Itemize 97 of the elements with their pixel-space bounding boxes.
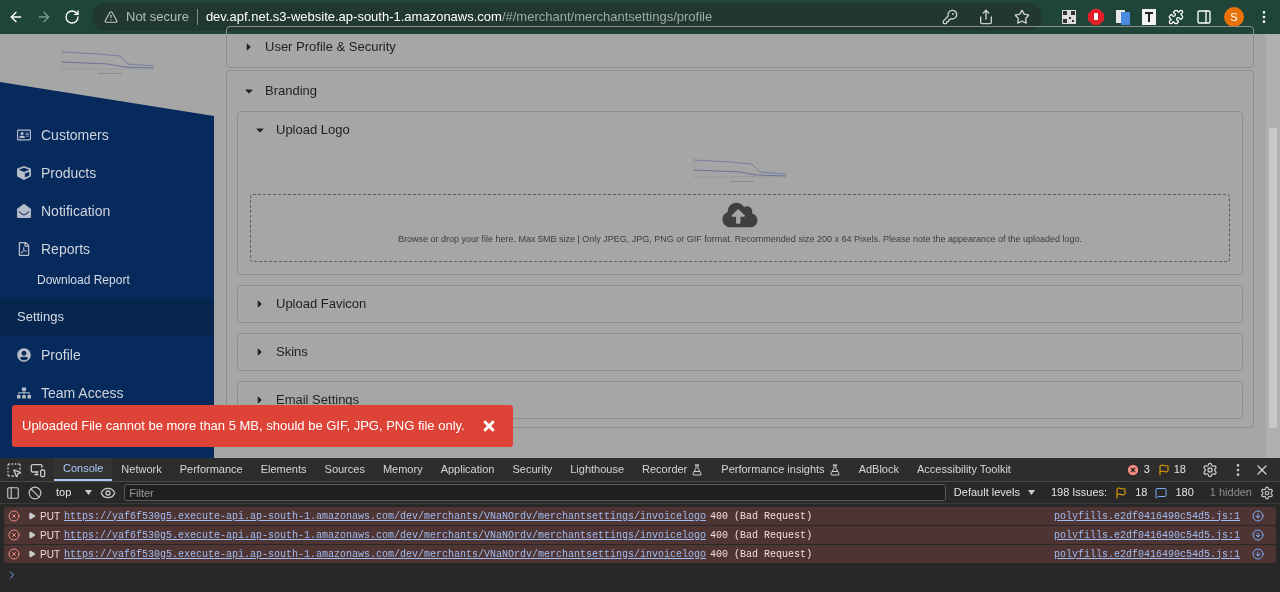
nav-icon [17, 386, 31, 400]
share-icon[interactable] [978, 9, 994, 25]
devtools-tab[interactable]: Application [431, 458, 504, 481]
sidebar-item[interactable]: Profile [0, 336, 214, 374]
settings-icon[interactable] [1202, 461, 1218, 478]
devtools-tab[interactable]: Memory [373, 458, 432, 481]
status-text: 400 (Bad Request) [710, 528, 813, 543]
dropdown-caret-icon[interactable] [1027, 490, 1035, 495]
expand-triangle-icon[interactable] [28, 550, 36, 558]
qr-code-icon[interactable] [1062, 10, 1076, 24]
forward-icon[interactable] [36, 9, 52, 25]
http-method: PUT [40, 547, 60, 562]
extensions-icon[interactable] [1168, 9, 1184, 25]
devtools-tab[interactable]: Network [112, 458, 171, 481]
nav-icon [17, 204, 31, 218]
warning-count: 18 [1173, 462, 1186, 478]
status-text: 400 (Bad Request) [710, 509, 813, 524]
upload-dropzone[interactable]: Browse or drop your file here. Max 5MB size | Only JPEG, JPG, PNG or GIF format. Recommended size 200 x 64 Pixels. Please note the appearance of the uploaded logo. [250, 194, 1230, 262]
documents-icon[interactable] [1116, 9, 1130, 25]
context-select[interactable]: top [50, 484, 78, 501]
sidebar-subitem[interactable]: Download Report [0, 268, 214, 292]
hidden-count: 1 hidden [1209, 485, 1252, 501]
accordion-header[interactable]: Skins [238, 333, 1242, 370]
filter-field[interactable]: Filter [124, 484, 946, 501]
network-request-icon[interactable] [1252, 548, 1264, 560]
flask-icon [691, 463, 704, 476]
request-url[interactable]: https://yaf6f530g5.execute-api.ap-south-1.amazonaws.com/dev/merchants/VNaNOrdv/merchantsettings/invoicelogo [64, 546, 707, 562]
sidebar-item[interactable]: Customers [0, 116, 214, 154]
request-url[interactable]: https://yaf6f530g5.execute-api.ap-south-1.amazonaws.com/dev/merchants/VNaNOrdv/merchantsettings/invoicelogo [64, 527, 707, 543]
devtools-tab[interactable]: Performance insights [712, 458, 850, 481]
devtools-tab[interactable]: AdBlock [849, 458, 908, 481]
device-toggle-icon[interactable] [30, 461, 46, 478]
accordion-header[interactable]: Email Settings [238, 381, 1242, 418]
devtools-tab[interactable]: Sources [315, 458, 374, 481]
key-icon[interactable] [942, 9, 958, 25]
sidebar-toggle-icon[interactable] [6, 485, 20, 500]
accordion-header[interactable]: Branding [227, 71, 1253, 111]
nav-icon [17, 128, 31, 142]
dropdown-caret-icon[interactable] [85, 490, 93, 495]
info-icon [1155, 486, 1168, 499]
settings-icon[interactable] [1260, 485, 1274, 500]
accordion-header[interactable]: Upload Logo [238, 112, 1242, 148]
error-icon [8, 510, 20, 522]
address-bar[interactable]: Not secure dev.apf.net.s3-website.ap-south-1.amazonaws.com/#/merchant/merchantsettings/profile [92, 3, 1042, 31]
nav-icon [17, 242, 31, 256]
cloud-upload-icon [722, 201, 758, 229]
issues-warning-count: 18 [1135, 485, 1148, 501]
source-link[interactable]: polyfills.e2df0416490c54d5.js:1 [1053, 527, 1240, 543]
devtools-tab[interactable]: Accessibility Toolkit [908, 458, 1020, 481]
http-method: PUT [40, 509, 60, 524]
expand-triangle-icon[interactable] [28, 512, 36, 520]
status-text: 400 (Bad Request) [710, 547, 813, 562]
request-url[interactable]: https://yaf6f530g5.execute-api.ap-south-1.amazonaws.com/dev/merchants/VNaNOrdv/merchantsettings/invoicelogo [64, 508, 707, 524]
inspect-icon[interactable] [6, 461, 22, 478]
flask-icon [828, 463, 841, 476]
devtools-tab[interactable]: Recorder [633, 458, 713, 481]
devtools-tab[interactable]: Security [503, 458, 562, 481]
url-text: dev.apf.net.s3-website.ap-south-1.amazonaws.com/#/merchant/merchantsettings/profile [205, 8, 713, 27]
levels-dropdown[interactable]: Default levels [953, 484, 1020, 501]
nav-icon [17, 348, 31, 362]
accordion-header[interactable]: Upload Favicon [238, 285, 1242, 322]
error-icon [8, 529, 20, 541]
nav-icon [17, 166, 31, 180]
sidebar-item[interactable]: Notification [0, 192, 214, 230]
sidebar-item[interactable]: Products [0, 154, 214, 192]
warning-icon [1115, 486, 1128, 499]
warning-icon [1157, 463, 1170, 476]
toast-message: Uploaded File cannot be more than 5 MB, should be GIF, JPG, PNG file only. [22, 417, 465, 436]
security-label: Not secure [126, 8, 189, 27]
accordion-header[interactable]: User Profile & Security [227, 27, 1253, 67]
text-page-icon[interactable] [1142, 9, 1156, 25]
devtools-tab[interactable]: Performance [170, 458, 252, 481]
bookmark-star-icon[interactable] [1014, 9, 1030, 25]
clear-icon[interactable] [28, 485, 42, 500]
sidebar-item[interactable]: Reports [0, 230, 214, 268]
network-request-icon[interactable] [1252, 510, 1264, 522]
source-link[interactable]: polyfills.e2df0416490c54d5.js:1 [1053, 546, 1240, 562]
stop-hand-icon[interactable] [1088, 9, 1104, 25]
warning-icon [104, 10, 118, 24]
expand-triangle-icon[interactable] [28, 531, 36, 539]
section-label: Settings [17, 308, 64, 327]
sidebar-item[interactable]: Team Access [0, 374, 214, 412]
issues-info-count: 180 [1175, 485, 1194, 501]
devtools-tab[interactable]: Elements [251, 458, 316, 481]
http-method: PUT [40, 528, 60, 543]
back-icon[interactable] [8, 9, 24, 25]
reload-icon[interactable] [64, 9, 80, 25]
source-link[interactable]: polyfills.e2df0416490c54d5.js:1 [1053, 508, 1240, 524]
error-icon [1125, 462, 1140, 477]
error-icon [8, 548, 20, 560]
error-count: 3 [1143, 462, 1150, 478]
issues-label: 198 Issues: [1050, 485, 1108, 501]
devtools-tab[interactable]: Lighthouse [561, 458, 634, 481]
upload-hint: Browse or drop your file here. Max 5MB size | Only JPEG, JPG, PNG or GIF format. Recommended size 200 x 64 Pixels. Please note the appearance of the uploaded logo. [397, 233, 1083, 246]
network-request-icon[interactable] [1252, 529, 1264, 541]
side-panel-icon[interactable] [1196, 9, 1212, 25]
devtools-tab[interactable]: Console [54, 458, 113, 481]
